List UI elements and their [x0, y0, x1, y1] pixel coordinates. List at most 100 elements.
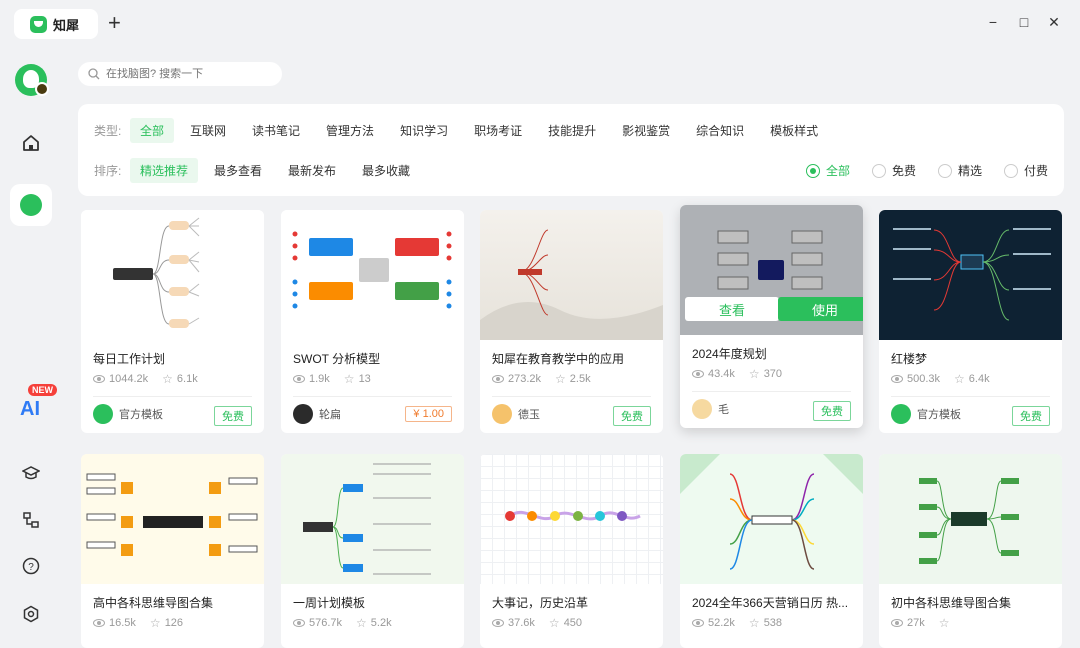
template-card[interactable]: 一周计划模板 576.7k ☆ 5.2k — [281, 454, 464, 648]
type-all[interactable]: 全部 — [130, 117, 175, 143]
help-icon[interactable]: ? — [18, 553, 44, 579]
type-label: 类型: — [94, 123, 122, 138]
settings-icon[interactable] — [18, 601, 44, 627]
mindmap-thumbnail — [680, 454, 863, 584]
card-author[interactable]: 德玉 — [492, 404, 540, 424]
star-count: 5.2k — [370, 617, 392, 629]
card-title: 2024全年366天营销日历 热... — [692, 596, 849, 610]
price-all-radio[interactable]: 全部 — [805, 162, 850, 179]
search-input[interactable] — [106, 68, 276, 80]
sort-featured[interactable]: 精选推荐 — [130, 157, 199, 183]
star-icon: ☆ — [162, 372, 173, 386]
app-logo-icon — [30, 15, 47, 33]
app-tab[interactable]: 知犀 — [14, 9, 98, 39]
price-free-radio[interactable]: 免费 — [871, 162, 916, 179]
view-count: 500.3k — [907, 373, 941, 385]
type-internet[interactable]: 互联网 — [180, 118, 236, 143]
price-paid-radio[interactable]: 付费 — [1003, 162, 1048, 179]
price-badge: 免费 — [1012, 406, 1050, 426]
mindmap-thumbnail — [879, 210, 1062, 340]
type-reading-notes[interactable]: 读书笔记 — [242, 118, 310, 143]
eye-icon — [891, 375, 903, 383]
divider — [93, 396, 252, 397]
divider — [492, 396, 651, 397]
card-stats: 273.2k ☆ 2.5k — [492, 372, 591, 386]
mindmap-thumbnail — [879, 454, 1062, 584]
new-badge: NEW — [28, 384, 57, 396]
star-icon: ☆ — [548, 616, 560, 630]
template-card[interactable]: 大事记，历史沿革 37.6k ☆ 450 — [480, 454, 663, 648]
mindmap-thumbnail — [281, 454, 464, 584]
template-card[interactable]: 高中各科思维导图合集 16.5k ☆ 126 — [81, 454, 264, 648]
type-career-exam[interactable]: 职场考证 — [464, 118, 532, 143]
vip-badge-icon — [35, 82, 49, 96]
card-author[interactable]: 毛 — [692, 399, 729, 419]
template-card[interactable]: 红楼梦 500.3k ☆ 6.4k 官方模板 免费 — [879, 210, 1062, 433]
minimize-button[interactable]: − — [985, 14, 1001, 30]
view-count: 273.2k — [508, 373, 542, 385]
view-count: 16.5k — [109, 617, 136, 629]
template-card[interactable]: 每日工作计划 1044.2k ☆ 6.1k 官方模板 免费 — [81, 210, 264, 433]
sort-most-starred[interactable]: 最多收藏 — [352, 158, 420, 183]
price-featured-radio[interactable]: 精选 — [937, 162, 982, 179]
eye-icon — [293, 375, 305, 383]
structure-icon[interactable] — [18, 507, 44, 533]
card-stats: 27k ☆ — [891, 616, 950, 630]
type-film[interactable]: 影视鉴赏 — [612, 118, 680, 143]
view-count: 1044.2k — [109, 373, 149, 385]
author-avatar — [692, 399, 712, 419]
eye-icon — [891, 619, 903, 627]
star-icon: ☆ — [343, 372, 355, 386]
card-stats: 576.7k ☆ 5.2k — [293, 616, 392, 630]
card-stats: 1044.2k ☆ 6.1k — [93, 372, 198, 386]
card-author[interactable]: 官方模板 — [891, 404, 961, 424]
search-box[interactable] — [78, 62, 282, 86]
mindmap-thumbnail — [480, 454, 663, 584]
card-stats: 16.5k ☆ 126 — [93, 616, 183, 630]
template-card[interactable]: 初中各科思维导图合集 27k ☆ — [879, 454, 1062, 648]
type-skills[interactable]: 技能提升 — [538, 118, 606, 143]
sort-newest[interactable]: 最新发布 — [278, 158, 346, 183]
card-title: 一周计划模板 — [293, 596, 366, 610]
view-count: 37.6k — [508, 617, 535, 629]
eye-icon — [692, 370, 704, 378]
type-knowledge[interactable]: 知识学习 — [390, 118, 458, 143]
author-avatar — [93, 404, 113, 424]
star-icon: ☆ — [938, 616, 950, 630]
sort-most-viewed[interactable]: 最多查看 — [204, 158, 272, 183]
type-general[interactable]: 综合知识 — [686, 118, 754, 143]
template-market-icon[interactable] — [10, 184, 52, 226]
graduation-cap-icon[interactable] — [18, 460, 44, 486]
home-icon[interactable] — [18, 130, 44, 156]
sort-label: 排序: — [94, 163, 122, 178]
card-author[interactable]: 轮扁 — [293, 404, 341, 424]
view-button[interactable]: 查看 — [685, 297, 779, 321]
card-author[interactable]: 官方模板 — [93, 404, 163, 424]
card-title: 高中各科思维导图合集 — [93, 596, 214, 610]
mindmap-thumbnail — [81, 210, 264, 340]
card-title: 知犀在教育教学中的应用 — [492, 352, 625, 366]
author-avatar — [293, 404, 313, 424]
card-title: 大事记，历史沿革 — [492, 596, 589, 610]
type-management[interactable]: 管理方法 — [316, 118, 384, 143]
new-tab-button[interactable]: + — [108, 12, 121, 34]
star-icon: ☆ — [954, 372, 965, 386]
app-tab-title: 知犀 — [53, 17, 80, 33]
view-count: 43.4k — [708, 368, 735, 380]
price-badge: ¥ 1.00 — [405, 406, 452, 422]
close-button[interactable]: ✕ — [1046, 14, 1062, 30]
price-badge: 免费 — [214, 406, 252, 426]
author-name: 毛 — [718, 404, 729, 416]
template-card[interactable]: SWOT 分析模型 1.9k ☆ 13 轮扁 ¥ 1.00 — [281, 210, 464, 433]
maximize-button[interactable]: □ — [1016, 14, 1032, 30]
template-card[interactable]: 知犀在教育教学中的应用 273.2k ☆ 2.5k 德玉 免费 — [480, 210, 663, 433]
type-filter-row: 类型: 全部 互联网 读书笔记 管理方法 知识学习 职场考证 技能提升 影视鉴赏… — [94, 117, 834, 143]
template-card-hovered[interactable]: 查看 使用 2024年度规划 43.4k ☆ 370 毛 免费 — [680, 205, 863, 428]
use-button[interactable]: 使用 — [778, 297, 863, 321]
mindmap-thumbnail — [81, 454, 264, 584]
ai-button[interactable]: NEW AI — [20, 384, 57, 421]
filter-panel: 类型: 全部 互联网 读书笔记 管理方法 知识学习 职场考证 技能提升 影视鉴赏… — [78, 104, 1064, 196]
type-templates[interactable]: 模板样式 — [760, 118, 828, 143]
author-avatar — [492, 404, 512, 424]
template-card[interactable]: 2024全年366天营销日历 热... 52.2k ☆ 538 — [680, 454, 863, 648]
